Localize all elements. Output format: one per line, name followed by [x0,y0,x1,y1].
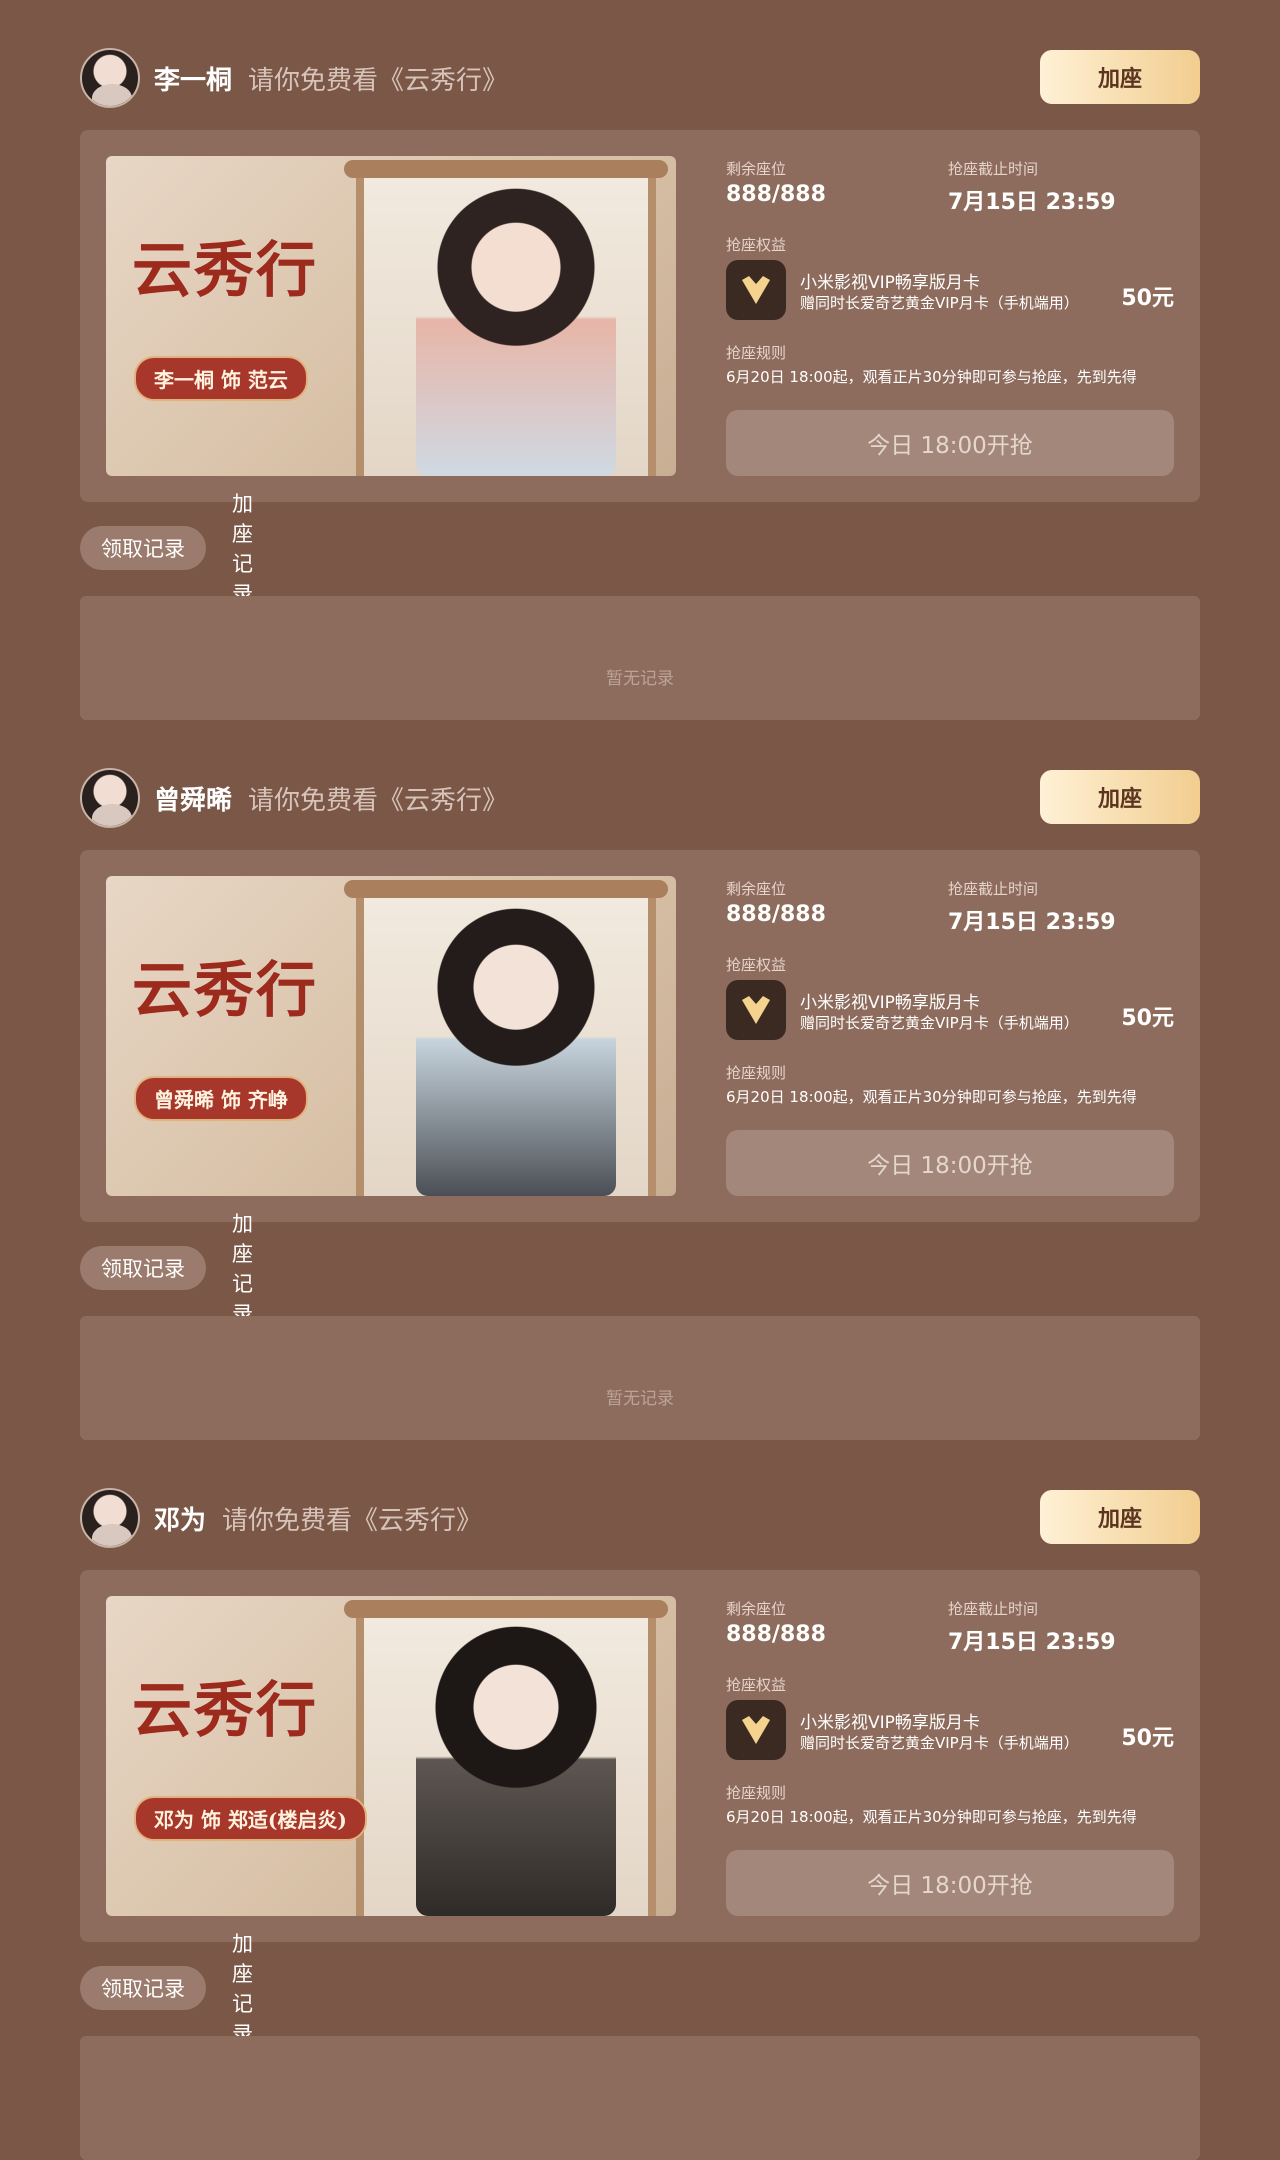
heart-shield-icon [726,980,786,1040]
user-name: 曾舜晞 [154,786,233,816]
benefit-price: 50元 [1121,1006,1174,1031]
user-name: 李一桐 [154,66,233,96]
invite-text: 请你免费看《云秀行》 [222,1506,483,1536]
movie-card: 云秀行 曾舜晞 饰 齐峥 剩余座位 888/888 抢座截止时间 7月15日 2… [80,850,1200,1222]
rule-label: 抢座规则 [726,344,787,362]
poster-title: 云秀行 [132,956,318,1026]
deadline: 7月15日 23:59 [948,1630,1116,1655]
heart-shield-icon [726,260,786,320]
invite-section: 曾舜晞 请你免费看《云秀行》 加座 云秀行 曾舜晞 饰 齐峥 剩余座位 888/… [80,768,1200,1440]
poster-title: 云秀行 [132,236,318,306]
remaining-seats-label: 剩余座位 [726,160,787,178]
poster-cast-tag: 曾舜晞 饰 齐峥 [134,1076,308,1121]
benefit-line1: 小米影视VIP畅享版月卡 [800,1713,980,1733]
remaining-seats: 888/888 [726,1622,826,1647]
poster-cast-tag: 李一桐 饰 范云 [134,356,308,401]
invite-section: 李一桐 请你免费看《云秀行》 加座 云秀行 李一桐 饰 范云 剩余座位 888/… [80,48,1200,720]
benefit-label: 抢座权益 [726,236,787,254]
avatar [80,48,140,108]
remaining-seats: 888/888 [726,182,826,207]
deadline-label: 抢座截止时间 [948,880,1039,898]
add-seat-button[interactable]: 加座 [1040,770,1200,824]
benefit-line2: 赠同时长爱奇艺黄金VIP月卡（手机端用） [800,1734,1079,1752]
seat-info: 剩余座位 888/888 抢座截止时间 7月15日 23:59 抢座权益 小米影… [726,1570,1174,1942]
rule-text: 6月20日 18:00起，观看正片30分钟即可参与抢座，先到先得 [726,1808,1137,1826]
rule-label: 抢座规则 [726,1784,787,1802]
invite-section: 邓为 请你免费看《云秀行》 加座 云秀行 邓为 饰 郑适(楼启炎) 剩余座位 8… [80,1488,1200,2160]
rule-label: 抢座规则 [726,1064,787,1082]
record-list [80,2036,1200,2160]
grab-seat-button[interactable]: 今日 18:00开抢 [726,410,1174,476]
record-list: 暂无记录 [80,596,1200,720]
tab-claim-record[interactable]: 领取记录 [80,1246,206,1290]
movie-poster[interactable]: 云秀行 李一桐 饰 范云 [106,156,676,476]
record-list: 暂无记录 [80,1316,1200,1440]
seat-info: 剩余座位 888/888 抢座截止时间 7月15日 23:59 抢座权益 小米影… [726,130,1174,502]
poster-cast-tag: 邓为 饰 郑适(楼启炎) [134,1796,367,1841]
benefit-line2: 赠同时长爱奇艺黄金VIP月卡（手机端用） [800,1014,1079,1032]
rule-text: 6月20日 18:00起，观看正片30分钟即可参与抢座，先到先得 [726,368,1137,386]
section-header: 李一桐 请你免费看《云秀行》 加座 [80,48,1200,112]
benefit-line1: 小米影视VIP畅享版月卡 [800,273,980,293]
add-seat-button[interactable]: 加座 [1040,50,1200,104]
add-seat-button[interactable]: 加座 [1040,1490,1200,1544]
remaining-seats-label: 剩余座位 [726,1600,787,1618]
remaining-seats-label: 剩余座位 [726,880,787,898]
avatar [80,768,140,828]
poster-figure [416,186,616,476]
avatar [80,1488,140,1548]
benefit-price: 50元 [1121,1726,1174,1751]
user-name: 邓为 [154,1506,207,1536]
movie-card: 云秀行 李一桐 饰 范云 剩余座位 888/888 抢座截止时间 7月15日 2… [80,130,1200,502]
heart-shield-icon [726,1700,786,1760]
section-header: 邓为 请你免费看《云秀行》 加座 [80,1488,1200,1552]
grab-seat-button[interactable]: 今日 18:00开抢 [726,1130,1174,1196]
deadline-label: 抢座截止时间 [948,1600,1039,1618]
remaining-seats: 888/888 [726,902,826,927]
tab-add-seat-record[interactable]: 加座记录 [232,1932,253,2046]
rule-text: 6月20日 18:00起，观看正片30分钟即可参与抢座，先到先得 [726,1088,1137,1106]
tab-claim-record[interactable]: 领取记录 [80,526,206,570]
benefit-line1: 小米影视VIP畅享版月卡 [800,993,980,1013]
poster-figure [416,1626,616,1916]
deadline: 7月15日 23:59 [948,910,1116,935]
movie-poster[interactable]: 云秀行 曾舜晞 饰 齐峥 [106,876,676,1196]
movie-poster[interactable]: 云秀行 邓为 饰 郑适(楼启炎) [106,1596,676,1916]
movie-card: 云秀行 邓为 饰 郑适(楼启炎) 剩余座位 888/888 抢座截止时间 7月1… [80,1570,1200,1942]
benefit-line2: 赠同时长爱奇艺黄金VIP月卡（手机端用） [800,294,1079,312]
poster-figure [416,906,616,1196]
invite-text: 请你免费看《云秀行》 [248,786,509,816]
tab-claim-record[interactable]: 领取记录 [80,1966,206,2010]
benefit-label: 抢座权益 [726,1676,787,1694]
benefit-label: 抢座权益 [726,956,787,974]
grab-seat-button[interactable]: 今日 18:00开抢 [726,1850,1174,1916]
tab-add-seat-record[interactable]: 加座记录 [232,1212,253,1326]
empty-state: 暂无记录 [606,669,674,689]
tab-add-seat-record[interactable]: 加座记录 [232,492,253,606]
invite-text: 请你免费看《云秀行》 [248,66,509,96]
section-header: 曾舜晞 请你免费看《云秀行》 加座 [80,768,1200,832]
empty-state: 暂无记录 [606,1389,674,1409]
benefit-price: 50元 [1121,286,1174,311]
deadline-label: 抢座截止时间 [948,160,1039,178]
poster-title: 云秀行 [132,1676,318,1746]
deadline: 7月15日 23:59 [948,190,1116,215]
seat-info: 剩余座位 888/888 抢座截止时间 7月15日 23:59 抢座权益 小米影… [726,850,1174,1222]
